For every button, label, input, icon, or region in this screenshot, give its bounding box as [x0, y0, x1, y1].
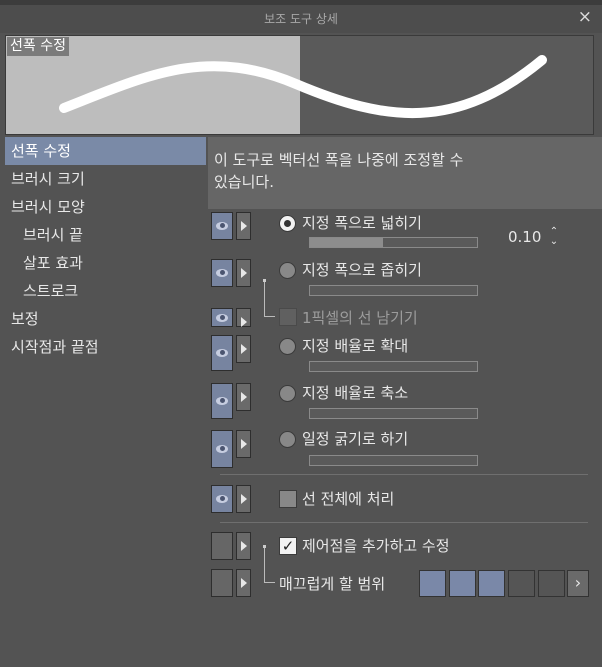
narrow-slider[interactable] — [309, 285, 478, 296]
spin-up-icon[interactable]: ⌃ — [548, 227, 560, 237]
visibility-eye-icon[interactable] — [211, 259, 233, 287]
category-brush-shape[interactable]: 브러시 모양 — [5, 193, 206, 221]
add-control-label: 제어점을 추가하고 수정 — [302, 537, 450, 555]
smooth-range-label: 매끄럽게 할 범위 — [279, 575, 386, 593]
visibility-eye-icon[interactable] — [211, 485, 233, 513]
scale-up-slider[interactable] — [309, 361, 478, 372]
narrow-radio[interactable] — [279, 262, 296, 279]
range-segment[interactable] — [508, 570, 535, 597]
expand-arrow-icon[interactable] — [236, 259, 251, 287]
close-icon[interactable]: × — [578, 7, 592, 27]
leave-pixel-label: 1픽셀의 선 남기기 — [302, 309, 418, 327]
scale-down-slider[interactable] — [309, 408, 478, 419]
visibility-eye-icon[interactable] — [211, 308, 233, 327]
visibility-eye-icon[interactable] — [211, 430, 233, 468]
category-spray-effect[interactable]: 살포 효과 — [5, 249, 206, 277]
fixed-width-slider[interactable] — [309, 455, 478, 466]
window-title: 보조 도구 상세 — [264, 12, 338, 26]
expand-arrow-icon[interactable] — [236, 308, 251, 327]
visibility-eye-icon-off[interactable] — [211, 532, 233, 560]
expand-arrow-icon[interactable] — [236, 383, 251, 411]
stroke-preview — [59, 55, 547, 119]
category-stroke[interactable]: 스트로크 — [5, 277, 206, 305]
description-line-2: 있습니다. — [214, 173, 274, 191]
widen-label: 지정 폭으로 넓히기 — [302, 214, 422, 232]
scale-down-label: 지정 배율로 축소 — [302, 384, 409, 402]
visibility-eye-icon-off[interactable] — [211, 569, 233, 597]
expand-arrow-icon[interactable] — [236, 485, 251, 513]
fixed-width-radio[interactable] — [279, 431, 296, 448]
scale-down-radio[interactable] — [279, 385, 296, 402]
expand-arrow-icon[interactable] — [236, 430, 251, 458]
category-start-end[interactable]: 시작점과 끝점 — [5, 333, 206, 361]
range-segment[interactable] — [538, 570, 565, 597]
widen-value[interactable]: 0.10 — [508, 228, 541, 246]
preview-label: 선폭 수정 — [7, 37, 69, 56]
narrow-label: 지정 폭으로 좁히기 — [302, 261, 422, 279]
fixed-width-label: 일정 굵기로 하기 — [302, 430, 409, 448]
scale-up-label: 지정 배율로 확대 — [302, 337, 409, 355]
category-line-width[interactable]: 선폭 수정 — [5, 137, 206, 165]
separator — [220, 474, 588, 475]
category-list: 선폭 수정 브러시 크기 브러시 모양 브러시 끝 살포 효과 스트로크 보정 … — [5, 137, 206, 361]
dependency-connector — [264, 282, 275, 317]
separator — [220, 522, 588, 523]
visibility-eye-icon[interactable] — [211, 335, 233, 371]
category-brush-tip[interactable]: 브러시 끝 — [5, 221, 206, 249]
spin-down-icon[interactable]: ⌄ — [548, 237, 560, 247]
whole-line-label: 선 전체에 처리 — [302, 490, 395, 508]
expand-arrow-icon[interactable] — [236, 335, 251, 363]
widen-slider-fill — [310, 238, 383, 247]
dependency-connector — [264, 548, 275, 583]
expand-arrow-icon[interactable] — [236, 532, 251, 560]
title-bar: 보조 도구 상세 × — [0, 5, 602, 33]
widen-slider[interactable] — [309, 237, 478, 248]
range-segment[interactable] — [419, 570, 446, 597]
visibility-eye-icon[interactable] — [211, 383, 233, 419]
description-line-1: 이 도구로 벡터선 폭을 나중에 조정할 수 — [214, 151, 464, 169]
category-brush-size[interactable]: 브러시 크기 — [5, 165, 206, 193]
add-control-checkbox[interactable]: ✓ — [279, 537, 297, 555]
visibility-eye-icon[interactable] — [211, 212, 233, 240]
chevron-right-icon[interactable]: › — [567, 570, 589, 597]
range-segment[interactable] — [449, 570, 476, 597]
widen-radio[interactable] — [279, 215, 296, 232]
category-correction[interactable]: 보정 — [5, 305, 206, 333]
expand-arrow-icon[interactable] — [236, 212, 251, 240]
range-segment[interactable] — [478, 570, 505, 597]
expand-arrow-icon[interactable] — [236, 569, 251, 597]
tool-description: 이 도구로 벡터선 폭을 나중에 조정할 수 있습니다. — [208, 137, 602, 209]
whole-line-checkbox[interactable] — [279, 490, 297, 508]
scale-up-radio[interactable] — [279, 338, 296, 355]
brush-preview: 선폭 수정 — [5, 35, 594, 135]
leave-pixel-checkbox[interactable] — [279, 308, 297, 326]
